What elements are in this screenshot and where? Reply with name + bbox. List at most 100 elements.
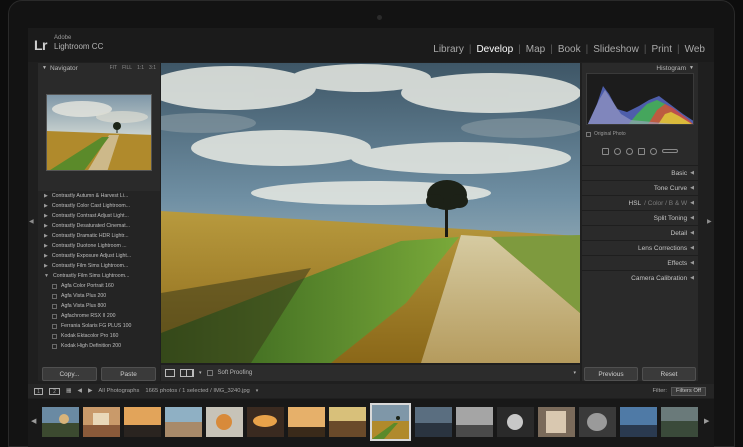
module-slideshow[interactable]: Slideshow xyxy=(590,44,642,55)
forward-arrow-icon[interactable]: ▶ xyxy=(88,388,92,394)
main-window-icon[interactable]: 1 xyxy=(34,387,43,395)
filmstrip-thumb[interactable] xyxy=(497,407,534,437)
preset-label: Agfa Vista Plus 800 xyxy=(61,303,107,309)
soft-proofing-checkbox[interactable] xyxy=(206,370,213,376)
section-split-toning[interactable]: Split Toning ◀ xyxy=(582,210,698,225)
histogram-header[interactable]: Histogram ▼ xyxy=(582,63,698,73)
filmstrip-thumb[interactable] xyxy=(456,407,493,437)
histogram[interactable] xyxy=(586,73,694,125)
red-eye-icon[interactable] xyxy=(626,147,633,155)
preset-icon xyxy=(52,313,57,319)
copy-button[interactable]: Copy... xyxy=(42,367,97,381)
module-print[interactable]: Print xyxy=(648,44,675,55)
preset-folder[interactable]: ▶ Contrastly Color Cast Lightroom... xyxy=(38,201,160,211)
preset-icon xyxy=(52,283,57,289)
crop-tool-icon[interactable] xyxy=(602,147,609,155)
reset-button[interactable]: Reset xyxy=(642,367,696,381)
dropdown-arrow-icon[interactable]: ▾ xyxy=(199,370,202,376)
source-dropdown-icon[interactable]: ▾ xyxy=(256,388,259,394)
zoom-fill[interactable]: FILL xyxy=(122,65,132,71)
left-panel-buttons: Copy... Paste xyxy=(38,367,160,381)
radial-filter-icon[interactable] xyxy=(650,147,657,155)
filmstrip-thumb[interactable] xyxy=(165,407,202,437)
preset-item[interactable]: Kodak Ektacolor Pro 160 xyxy=(38,331,160,341)
preset-label: Contrastly Contrast Adjust Light... xyxy=(51,213,129,219)
main-photo-view[interactable] xyxy=(161,63,580,363)
zoom-3-1[interactable]: 3:1 xyxy=(149,65,156,71)
zoom-1-1[interactable]: 1:1 xyxy=(137,65,144,71)
module-web[interactable]: Web xyxy=(682,44,708,55)
preset-item[interactable]: Ferrania Solaris FG PLUS 100 xyxy=(38,321,160,331)
preset-label: Kodak Ektacolor Pro 160 xyxy=(61,333,119,339)
preset-label: Agfa Color Portrait 160 xyxy=(61,283,114,289)
preset-folder[interactable]: ▶ Contrastly Duotone Lightroom ... xyxy=(38,241,160,251)
filmstrip-thumb[interactable] xyxy=(538,407,575,437)
module-develop[interactable]: Develop xyxy=(473,44,516,55)
preset-folder[interactable]: ▶ Contrastly Exposure Adjust Light... xyxy=(38,251,160,261)
filmstrip-thumb[interactable] xyxy=(42,407,79,437)
filmstrip-right-icon[interactable]: ▶ xyxy=(704,417,709,425)
module-map[interactable]: Map xyxy=(523,44,548,55)
filmstrip-thumb[interactable] xyxy=(206,407,243,437)
preset-icon xyxy=(52,343,57,349)
module-book[interactable]: Book xyxy=(555,44,584,55)
preset-folder[interactable]: ▶ Contrastly Desaturated Cinemat... xyxy=(38,221,160,231)
loupe-view-icon[interactable] xyxy=(165,369,175,377)
filmstrip-left-icon[interactable]: ◀ xyxy=(31,417,36,425)
left-panel-toggle-icon[interactable]: ◀ xyxy=(29,218,34,225)
section-effects[interactable]: Effects ◀ xyxy=(582,255,698,270)
filmstrip-thumb[interactable] xyxy=(83,407,120,437)
second-window-icon[interactable]: 2 xyxy=(49,387,60,395)
graduated-filter-icon[interactable] xyxy=(638,147,645,155)
filmstrip-thumb[interactable] xyxy=(415,407,452,437)
preset-folder[interactable]: ▶ Contrastly Dramatic HDR Lightr... xyxy=(38,231,160,241)
filmstrip-thumb[interactable] xyxy=(247,407,284,437)
develop-sections: Basic ◀ Tone Curve ◀ HSL / Color / B & W ◀ S… xyxy=(582,165,698,285)
filmstrip-thumb[interactable] xyxy=(620,407,657,437)
zoom-fit[interactable]: FIT xyxy=(110,65,118,71)
previous-button[interactable]: Previous xyxy=(584,367,638,381)
section-hsl[interactable]: HSL / Color / B & W ◀ xyxy=(582,195,698,210)
original-photo-checkbox[interactable] xyxy=(586,131,591,137)
section-basic[interactable]: Basic ◀ xyxy=(582,165,698,180)
spot-removal-icon[interactable] xyxy=(614,147,621,155)
module-library[interactable]: Library xyxy=(430,44,467,55)
navigator-preview[interactable] xyxy=(46,94,152,171)
preset-label: Contrastly Autumn & Harvest Li... xyxy=(51,193,129,199)
adjustment-brush-icon[interactable] xyxy=(662,149,678,153)
filter-select[interactable]: Filters Off xyxy=(670,386,706,396)
filmstrip-thumb[interactable] xyxy=(124,407,161,437)
section-extra-label: / Color / B & W xyxy=(644,199,688,207)
preset-item[interactable]: Agfa Color Portrait 160 xyxy=(38,281,160,291)
preset-folder-open[interactable]: ▼ Contrastly Film Sims Lightroom... xyxy=(38,271,160,281)
preset-item[interactable]: Agfachrome RSX II 200 xyxy=(38,311,160,321)
preset-folder[interactable]: ▶ Contrastly Contrast Adjust Light... xyxy=(38,211,160,221)
toolbar-menu-icon[interactable]: ▾ xyxy=(573,370,576,376)
filmstrip-thumb[interactable] xyxy=(329,407,366,437)
section-camera-calibration[interactable]: Camera Calibration ◀ xyxy=(582,270,698,285)
right-panel-toggle-icon[interactable]: ▶ xyxy=(707,218,712,225)
preset-item[interactable]: Kodak High Definition 200 xyxy=(38,341,160,351)
preset-folder[interactable]: ▶ Contrastly Autumn & Harvest Li... xyxy=(38,191,160,201)
filmstrip-thumb[interactable] xyxy=(661,407,698,437)
filmstrip-thumb[interactable] xyxy=(579,407,616,437)
preset-folder[interactable]: ▶ Contrastly Film Sims Lightroom... xyxy=(38,261,160,271)
source-label[interactable]: All Photographs xyxy=(98,388,139,394)
grid-view-icon[interactable]: ▦ xyxy=(66,388,71,394)
navigator-header[interactable]: ▼ Navigator FIT FILL 1:1 3:1 xyxy=(38,63,160,73)
paste-button[interactable]: Paste xyxy=(101,367,156,381)
section-lens-corrections[interactable]: Lens Corrections ◀ xyxy=(582,240,698,255)
preset-item[interactable]: Agfa Vista Plus 200 xyxy=(38,291,160,301)
preset-item[interactable]: Agfa Vista Plus 800 xyxy=(38,301,160,311)
preset-label: Contrastly Film Sims Lightroom... xyxy=(51,263,129,269)
collapsed-triangle-icon: ◀ xyxy=(690,275,694,281)
back-arrow-icon[interactable]: ◀ xyxy=(77,388,81,394)
section-label: Camera Calibration xyxy=(631,274,688,282)
filmstrip-thumb-selected[interactable] xyxy=(370,403,411,441)
soft-proofing-label: Soft Proofing xyxy=(217,370,253,376)
section-tone-curve[interactable]: Tone Curve ◀ xyxy=(582,180,698,195)
filmstrip-thumb[interactable] xyxy=(288,407,325,437)
original-photo-toggle[interactable]: Original Photo xyxy=(586,131,626,137)
before-after-view-icon[interactable] xyxy=(180,369,194,377)
section-detail[interactable]: Detail ◀ xyxy=(582,225,698,240)
